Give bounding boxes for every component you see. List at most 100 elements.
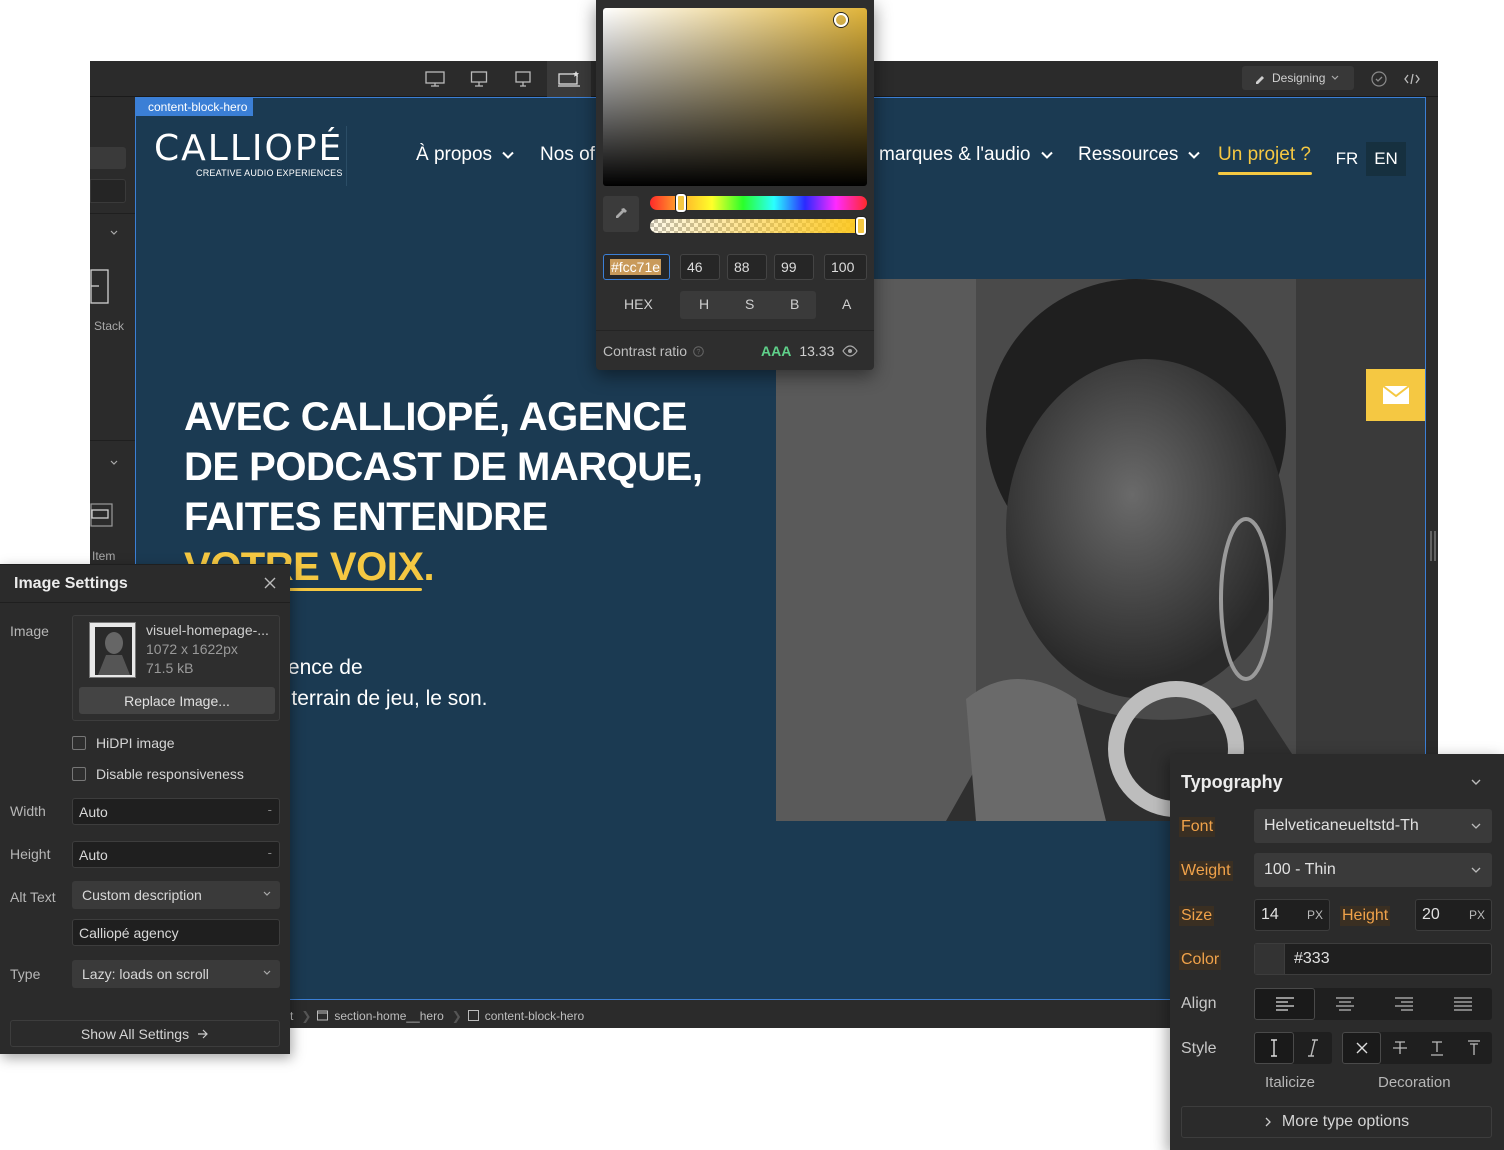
chevron-down-icon[interactable] (109, 459, 119, 467)
image-thumbnail (89, 622, 136, 678)
nav-item-nos-offres[interactable]: Nos of (540, 144, 595, 166)
contrast-ratio-label: Contrast ratio ? (603, 343, 704, 359)
align-label: Align (1181, 995, 1217, 1012)
overline-button[interactable] (1455, 1032, 1492, 1064)
hidpi-checkbox[interactable]: HiDPI image (72, 735, 175, 751)
image-asset-box[interactable]: visuel-homepage-... 1072 x 1622px 71.5 k… (72, 615, 280, 721)
breadcrumb: t ❯ section-home__hero ❯ content-block-h… (290, 1003, 584, 1028)
italicize-caption: Italicize (1265, 1074, 1316, 1091)
font-select[interactable]: Helveticaneueltstd-Th (1254, 809, 1492, 843)
chevron-down-icon (502, 151, 514, 159)
panel-field[interactable] (90, 179, 126, 203)
item-layout-icon[interactable] (90, 503, 114, 529)
alpha-slider-handle[interactable] (856, 217, 866, 235)
eye-icon[interactable] (842, 345, 859, 357)
regular-style-button[interactable] (1254, 1032, 1294, 1064)
nav-label: Un projet ? (1218, 144, 1311, 165)
underline-icon (1430, 1041, 1443, 1056)
weight-label: Weight (1179, 861, 1233, 881)
strikethrough-icon (1392, 1041, 1407, 1054)
lang-en[interactable]: EN (1366, 142, 1406, 176)
mode-dropdown[interactable]: Designing (1242, 66, 1354, 90)
desktop-large-breakpoint-icon[interactable] (413, 61, 457, 97)
no-decoration-button[interactable] (1342, 1032, 1381, 1064)
width-input[interactable]: Auto - (72, 798, 280, 825)
hero-title[interactable]: AVEC CALLIOPÉ, AGENCE DE PODCAST DE MARQ… (184, 392, 744, 542)
chevron-down-icon[interactable] (1468, 774, 1484, 790)
align-right-button[interactable] (1374, 988, 1433, 1020)
saturation-brightness-field[interactable] (603, 8, 867, 186)
close-icon[interactable] (262, 575, 278, 591)
checkbox-label: HiDPI image (96, 735, 175, 751)
hex-mode-label[interactable]: HEX (624, 296, 653, 312)
nav-cta-un-projet[interactable]: Un projet ? (1218, 144, 1311, 166)
align-center-button[interactable] (1315, 988, 1374, 1020)
selected-element-tag[interactable]: content-block-hero (136, 98, 254, 116)
unit-toggle[interactable]: - (268, 845, 272, 860)
hex-input[interactable]: #fcc71e (603, 254, 670, 280)
weight-select[interactable]: 100 - Thin (1254, 853, 1492, 887)
lang-fr[interactable]: FR (1332, 142, 1362, 176)
style-label: Style (1181, 1040, 1217, 1057)
unit-label[interactable]: PX (1307, 908, 1323, 922)
italic-style-button[interactable] (1294, 1032, 1332, 1064)
breadcrumb-item[interactable]: content-block-hero (467, 1009, 584, 1023)
stack-layout-icon[interactable] (90, 269, 110, 305)
line-height-input[interactable]: 20 PX (1415, 899, 1492, 931)
alt-text-mode-select[interactable]: Custom description (72, 881, 280, 909)
underline-button[interactable] (1418, 1032, 1455, 1064)
button-label: More type options (1281, 1113, 1410, 1130)
breadcrumb-label: t (290, 1008, 294, 1023)
hue-input[interactable]: 46 (680, 254, 720, 280)
breadcrumb-item[interactable]: t (290, 1009, 293, 1023)
help-icon[interactable]: ? (693, 345, 704, 357)
strikethrough-button[interactable] (1381, 1032, 1418, 1064)
replace-image-button[interactable]: Replace Image... (79, 687, 275, 714)
overline-icon (1467, 1040, 1480, 1055)
eyedropper-button[interactable] (603, 196, 639, 232)
unit-label[interactable]: PX (1469, 908, 1485, 922)
checkbox-box[interactable] (72, 767, 86, 781)
more-type-options-button[interactable]: More type options (1181, 1106, 1492, 1138)
unit-toggle[interactable]: - (268, 802, 272, 817)
nav-item-ressources[interactable]: Ressources (1078, 144, 1201, 166)
hue-slider-handle[interactable] (676, 194, 686, 212)
align-justify-button[interactable] (1433, 988, 1492, 1020)
show-all-settings-button[interactable]: Show All Settings (10, 1020, 280, 1047)
text-color-input[interactable]: #333 (1254, 943, 1492, 975)
align-left-button[interactable] (1254, 988, 1315, 1020)
loading-type-select[interactable]: Lazy: loads on scroll (72, 960, 280, 988)
color-field-handle[interactable] (834, 13, 848, 27)
site-logo[interactable]: CALLIOPÉ CREATIVE AUDIO EXPERIENCES (154, 130, 343, 179)
nav-label: À propos (416, 144, 493, 165)
alpha-slider[interactable] (650, 217, 867, 235)
panel-title: Image Settings (14, 575, 128, 592)
breadcrumb-label: section-home__hero (334, 1008, 444, 1023)
desktop-breakpoint-icon[interactable] (457, 61, 501, 97)
panel-field[interactable] (90, 147, 126, 169)
alpha-input[interactable]: 100 (824, 254, 867, 280)
canvas-resize-handle[interactable] (1430, 529, 1436, 563)
breadcrumb-separator: ❯ (301, 1008, 312, 1023)
nav-item-marques-audio[interactable]: marques & l'audio (879, 144, 1053, 166)
code-icon[interactable] (1402, 69, 1422, 89)
brightness-input[interactable]: 99 (774, 254, 814, 280)
saturation-input[interactable]: 88 (727, 254, 767, 280)
checkbox-box[interactable] (72, 736, 86, 750)
hue-slider[interactable] (650, 194, 867, 212)
select-value: 100 - Thin (1264, 861, 1336, 878)
div-block-icon (467, 1010, 479, 1021)
laptop-breakpoint-icon[interactable] (501, 61, 545, 97)
width-label: Width (10, 803, 46, 819)
breadcrumb-item[interactable]: section-home__hero (317, 1008, 444, 1023)
color-swatch[interactable] (1255, 944, 1285, 974)
wide-breakpoint-icon[interactable] (547, 61, 591, 97)
check-status-icon[interactable] (1369, 69, 1389, 89)
nav-item-a-propos[interactable]: À propos (416, 144, 514, 166)
disable-responsiveness-checkbox[interactable]: Disable responsiveness (72, 766, 244, 782)
contact-mail-button[interactable] (1366, 369, 1425, 421)
font-size-input[interactable]: 14 PX (1254, 899, 1330, 931)
alt-text-input[interactable]: Calliopé agency (72, 919, 280, 946)
chevron-down-icon[interactable] (109, 229, 119, 237)
height-input[interactable]: Auto - (72, 841, 280, 868)
